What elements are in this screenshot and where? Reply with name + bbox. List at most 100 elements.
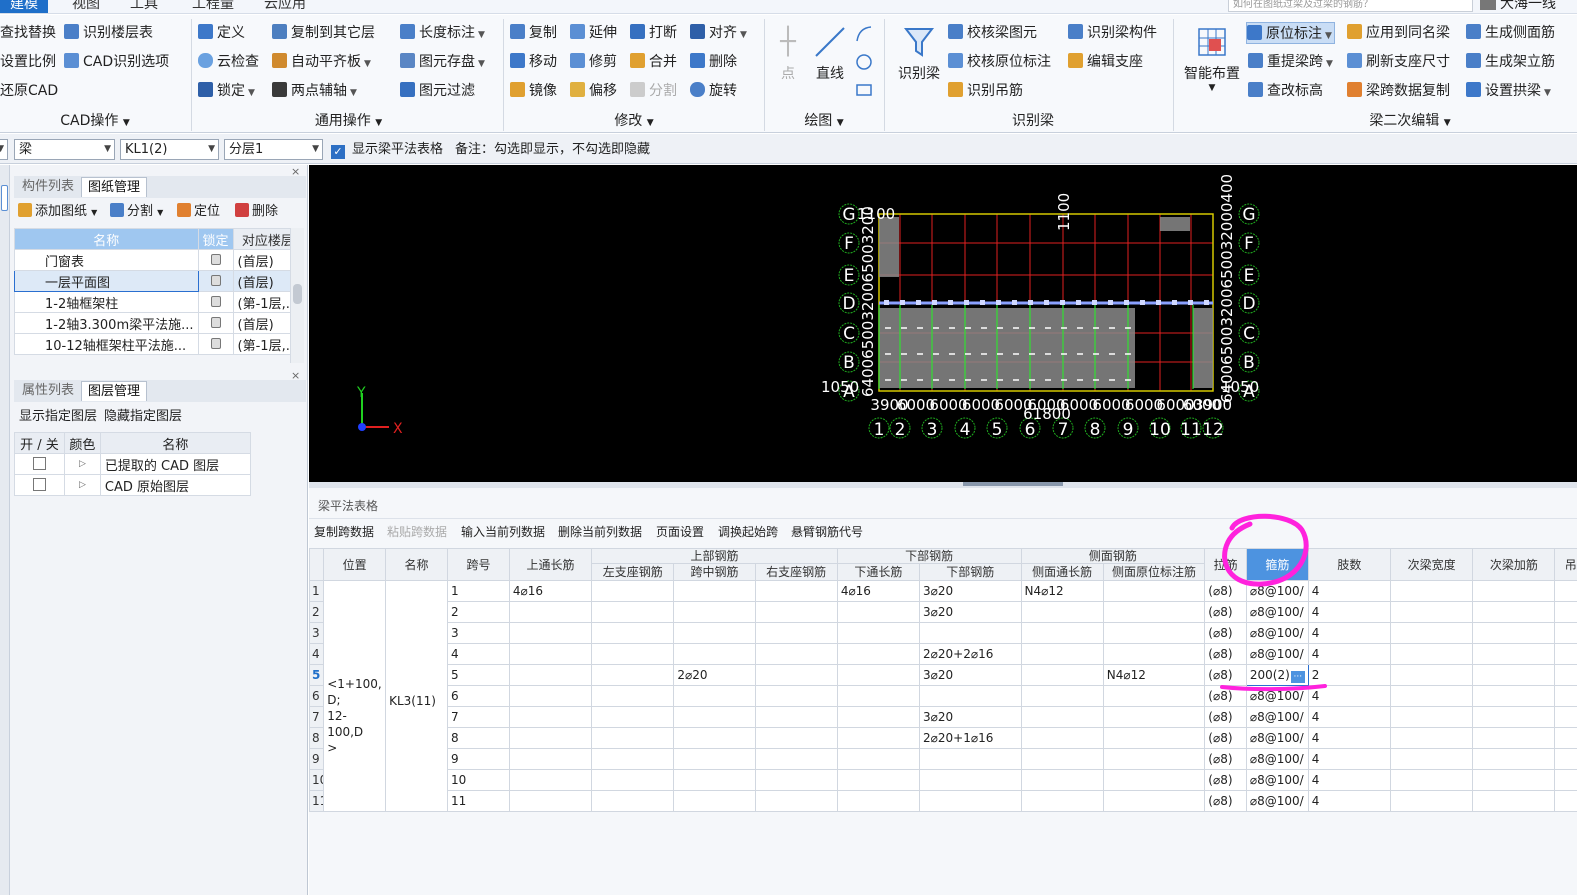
left-seat-cell[interactable]	[591, 664, 675, 686]
drawing-canvas[interactable]: G G F F E E D D C C B B A A 1 2 3 4 5 6 7 8 9 10 11 12 3900 6000 600…	[309, 165, 1577, 482]
secondary-width-cell[interactable]	[1390, 706, 1474, 728]
secondary-width-cell[interactable]	[1390, 727, 1474, 749]
define-button[interactable]: 定义	[198, 22, 245, 44]
merge-button[interactable]: 合并	[630, 51, 677, 73]
hanger-cell[interactable]	[1554, 580, 1577, 602]
mid-span-cell[interactable]	[673, 790, 756, 812]
bottom-through-cell[interactable]	[836, 748, 921, 770]
stirrup-cell[interactable]: ⌀8@100/	[1245, 706, 1309, 728]
right-seat-cell[interactable]	[754, 727, 838, 749]
secondary-add-cell[interactable]	[1472, 790, 1556, 812]
mid-span-cell[interactable]	[673, 601, 756, 623]
span-cell[interactable]: 3	[447, 622, 510, 644]
left-seat-cell[interactable]	[591, 769, 675, 791]
table-row[interactable]: 6 6 (⌀8) ⌀8@100/4	[308, 685, 1577, 707]
split-drawing-button[interactable]: 分割 ▼	[110, 202, 163, 223]
side-through-cell[interactable]	[1020, 727, 1104, 749]
menu-item-cloud[interactable]: 云应用	[254, 0, 316, 13]
copy-to-other-layer-button[interactable]: 复制到其它层	[272, 22, 375, 44]
splitter-grip[interactable]	[963, 482, 1063, 486]
name-cell[interactable]: KL3(11)	[385, 580, 449, 812]
col-legs[interactable]: 肢数	[1307, 548, 1392, 581]
line-button[interactable]: 直线	[812, 25, 848, 83]
side-through-cell[interactable]	[1020, 601, 1104, 623]
stirrup-cell[interactable]: ⌀8@100/	[1245, 643, 1309, 665]
col-stirrup[interactable]: 箍筋	[1245, 548, 1309, 581]
group-modify[interactable]: 修改 ▼	[505, 110, 763, 132]
break-button[interactable]: 打断	[630, 22, 677, 44]
tie-cell[interactable]: (⌀8)	[1204, 706, 1247, 728]
scroll-thumb[interactable]	[293, 284, 302, 304]
drawings-scrollbar[interactable]	[290, 228, 304, 363]
side-through-cell[interactable]	[1020, 790, 1104, 812]
span-cell[interactable]: 4	[447, 643, 510, 665]
bottom-bar-cell[interactable]	[919, 622, 1022, 644]
bottom-bar-cell[interactable]: 3⌀20	[919, 664, 1022, 686]
hanger-cell[interactable]	[1554, 643, 1577, 665]
span-cell[interactable]: 10	[447, 769, 510, 791]
col-bottom-bar[interactable]: 下部钢筋	[919, 563, 1022, 581]
col-mid-span[interactable]: 跨中钢筋	[673, 563, 756, 581]
col-color[interactable]: 颜色	[63, 432, 101, 454]
circle-icon[interactable]	[855, 53, 873, 71]
menu-item-view[interactable]: 视图	[62, 0, 110, 13]
tie-cell[interactable]: (⌀8)	[1204, 790, 1247, 812]
hanger-cell[interactable]	[1554, 685, 1577, 707]
lock-icon[interactable]	[197, 249, 234, 271]
tab-property-list[interactable]: 属性列表	[16, 381, 80, 401]
legs-cell[interactable]: 4	[1307, 580, 1392, 602]
span-cell[interactable]: 8	[447, 727, 510, 749]
bottom-through-cell[interactable]	[836, 790, 921, 812]
top-through-cell[interactable]	[508, 643, 593, 665]
col-side-through[interactable]: 侧面通长筋	[1020, 563, 1104, 581]
lock-icon[interactable]	[197, 333, 234, 355]
recognize-beam-member-button[interactable]: 识别梁构件	[1068, 22, 1157, 44]
side-through-cell[interactable]	[1020, 706, 1104, 728]
side-in-place-cell[interactable]	[1102, 748, 1206, 770]
bottom-through-cell[interactable]	[836, 769, 921, 791]
tie-cell[interactable]: (⌀8)	[1204, 580, 1247, 602]
edit-support-button[interactable]: 编辑支座	[1068, 51, 1143, 73]
split-button[interactable]: 分割	[630, 80, 677, 102]
group-cad-ops[interactable]: CAD操作 ▼	[0, 110, 190, 132]
col-name[interactable]: 名称	[385, 548, 449, 581]
recognize-hanger-button[interactable]: 识别吊筋	[948, 80, 1023, 102]
stirrup-cell[interactable]: ⌀8@100/	[1245, 685, 1309, 707]
span-cell[interactable]: 2	[447, 601, 510, 623]
hanger-cell[interactable]	[1554, 790, 1577, 812]
mid-span-cell[interactable]	[673, 643, 756, 665]
auto-align-slab-button[interactable]: 自动平齐板 ▼	[272, 51, 371, 73]
tie-cell[interactable]: (⌀8)	[1204, 622, 1247, 644]
table-row[interactable]: 8 8 2⌀20+1⌀16 (⌀8) ⌀8@100/4	[308, 727, 1577, 749]
top-through-cell[interactable]	[508, 706, 593, 728]
span-cell[interactable]: 5	[447, 664, 510, 686]
hanger-cell[interactable]	[1554, 601, 1577, 623]
hanger-cell[interactable]	[1554, 622, 1577, 644]
left-seat-cell[interactable]	[591, 790, 675, 812]
secondary-width-cell[interactable]	[1390, 643, 1474, 665]
mid-span-cell[interactable]: 2⌀20	[673, 664, 756, 686]
save-element-button[interactable]: 图元存盘 ▼	[400, 51, 485, 73]
bottom-bar-cell[interactable]	[919, 685, 1022, 707]
bottom-bar-cell[interactable]: 3⌀20	[919, 601, 1022, 623]
top-through-cell[interactable]	[508, 601, 593, 623]
layer-toggle-checkbox[interactable]	[14, 474, 65, 496]
bottom-bar-cell[interactable]: 2⌀20+2⌀16	[919, 643, 1022, 665]
hanger-cell[interactable]	[1554, 748, 1577, 770]
side-in-place-cell[interactable]	[1102, 706, 1206, 728]
paste-span-data-button[interactable]: 粘贴跨数据	[387, 522, 447, 542]
group-common-ops[interactable]: 通用操作 ▼	[196, 110, 501, 132]
stirrup-input[interactable]: 200(2)	[1250, 668, 1290, 682]
right-seat-cell[interactable]	[754, 748, 838, 770]
swap-start-span-button[interactable]: 调换起始跨	[718, 522, 778, 542]
tie-cell[interactable]: (⌀8)	[1204, 664, 1247, 686]
locate-button[interactable]: 定位	[177, 202, 220, 222]
right-seat-cell[interactable]	[754, 601, 838, 623]
col-secondary-add[interactable]: 次梁加筋	[1472, 548, 1556, 581]
expand-icon[interactable]: ▷	[63, 474, 101, 496]
mirror-button[interactable]: 镜像	[510, 80, 557, 102]
span-cell[interactable]: 9	[447, 748, 510, 770]
secondary-width-cell[interactable]	[1390, 790, 1474, 812]
left-seat-cell[interactable]	[591, 685, 675, 707]
group-beam-edit[interactable]: 梁二次编辑 ▼	[1290, 110, 1530, 132]
